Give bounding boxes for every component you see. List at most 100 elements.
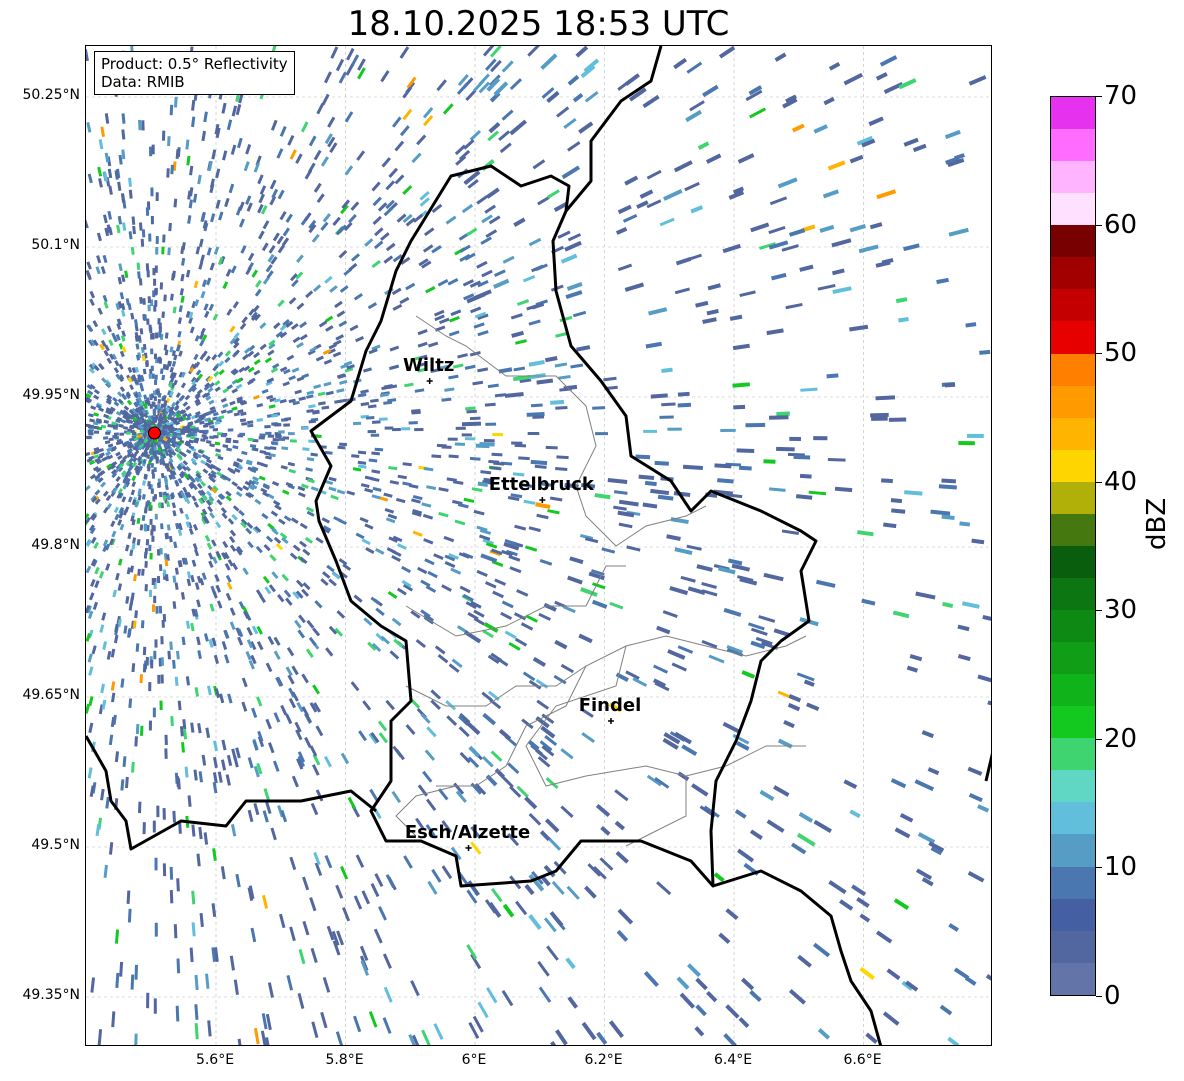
echo-cell bbox=[891, 508, 906, 514]
echo-cell bbox=[357, 460, 367, 465]
echo-cell bbox=[263, 543, 271, 552]
echo-cell bbox=[624, 282, 645, 292]
echo-cell bbox=[259, 185, 267, 195]
echo-cell bbox=[126, 399, 133, 406]
echo-cell bbox=[346, 490, 356, 496]
echo-cell bbox=[167, 247, 171, 256]
echo-cell bbox=[567, 575, 583, 585]
echo-cell bbox=[785, 302, 803, 310]
echo-cell bbox=[677, 402, 692, 408]
echo-cell bbox=[159, 368, 164, 374]
echo-cell bbox=[482, 755, 494, 768]
echo-cell bbox=[347, 796, 357, 810]
echo-cell bbox=[426, 726, 437, 738]
echo-cell bbox=[130, 974, 135, 990]
echo-cell bbox=[121, 149, 126, 160]
echo-cell bbox=[371, 420, 381, 424]
echo-cell bbox=[200, 327, 206, 335]
echo-cell bbox=[567, 74, 580, 86]
echo-cell bbox=[977, 804, 990, 813]
echo-cell bbox=[151, 333, 155, 340]
echo-cell bbox=[197, 174, 202, 185]
echo-cell bbox=[375, 607, 385, 616]
echo-cell bbox=[915, 591, 936, 600]
echo-cell bbox=[113, 634, 119, 644]
echo-cell bbox=[305, 290, 314, 299]
echo-cell bbox=[279, 398, 287, 404]
echo-cell bbox=[127, 366, 133, 373]
colorbar-segment bbox=[1051, 513, 1095, 546]
echo-cell bbox=[471, 487, 483, 493]
belgium-germany-border bbox=[564, 46, 663, 212]
product-label: Product: 0.5° Reflectivity bbox=[101, 55, 288, 73]
echo-cell bbox=[88, 722, 94, 734]
echo-cell bbox=[192, 193, 198, 203]
echo-cell bbox=[152, 707, 156, 718]
echo-cell bbox=[263, 451, 271, 456]
echo-cell bbox=[134, 324, 139, 332]
echo-cell bbox=[482, 712, 497, 726]
echo-cell bbox=[504, 630, 517, 640]
echo-cell bbox=[899, 813, 914, 823]
x-tick-label: 6°E bbox=[461, 1052, 487, 1068]
echo-cell bbox=[157, 398, 162, 404]
echo-cell bbox=[130, 592, 135, 601]
echo-cell bbox=[539, 559, 553, 566]
echo-cell bbox=[395, 748, 405, 761]
echo-cell bbox=[88, 666, 94, 676]
echo-cell bbox=[888, 417, 907, 422]
echo-cell bbox=[151, 577, 155, 585]
echo-cell bbox=[464, 364, 476, 370]
echo-cell bbox=[158, 491, 163, 498]
echo-cell bbox=[957, 654, 971, 662]
echo-cell bbox=[423, 227, 435, 237]
echo-cell bbox=[141, 568, 145, 576]
echo-cell bbox=[917, 832, 936, 844]
echo-cell bbox=[101, 612, 107, 621]
echo-cell bbox=[391, 617, 402, 627]
echo-cell bbox=[213, 370, 220, 378]
echo-cell bbox=[93, 388, 100, 395]
echo-cell bbox=[288, 375, 296, 381]
echo-cell bbox=[148, 233, 152, 242]
echo-cell bbox=[392, 303, 403, 311]
echo-cell bbox=[227, 428, 234, 432]
echo-cell bbox=[875, 395, 896, 401]
echo-cell bbox=[355, 335, 365, 343]
echo-cell bbox=[154, 332, 159, 339]
echo-cell bbox=[614, 820, 625, 831]
echo-cell bbox=[172, 510, 177, 517]
echo-cell bbox=[119, 386, 126, 393]
echo-cell bbox=[927, 767, 940, 776]
echo-cell bbox=[291, 775, 299, 788]
echo-cell bbox=[194, 419, 200, 424]
echo-cell bbox=[648, 307, 668, 316]
echo-cell bbox=[103, 413, 109, 419]
echo-cell bbox=[289, 149, 297, 160]
echo-cell bbox=[739, 290, 756, 298]
echo-cell bbox=[118, 263, 123, 272]
echo-cell bbox=[493, 278, 510, 289]
echo-cell bbox=[157, 674, 161, 684]
echo-cell bbox=[203, 832, 209, 845]
echo-cell bbox=[229, 325, 236, 333]
echo-cell bbox=[485, 229, 498, 238]
echo-cell bbox=[119, 292, 125, 300]
echo-cell bbox=[152, 390, 156, 396]
echo-cell bbox=[89, 298, 95, 307]
echo-cell bbox=[289, 856, 297, 871]
echo-cell bbox=[371, 259, 381, 269]
echo-cell bbox=[622, 214, 638, 223]
echo-cell bbox=[371, 469, 381, 474]
echo-cell bbox=[180, 591, 186, 600]
echo-cell bbox=[890, 778, 907, 789]
echo-cell bbox=[591, 582, 606, 590]
echo-cell bbox=[225, 490, 232, 497]
echo-cell bbox=[200, 254, 205, 263]
echo-cell bbox=[399, 296, 410, 305]
echo-cell bbox=[790, 842, 807, 855]
echo-cell bbox=[146, 270, 150, 278]
echo-cell bbox=[178, 305, 183, 313]
echo-cell bbox=[718, 932, 731, 945]
echo-cell bbox=[149, 394, 153, 400]
